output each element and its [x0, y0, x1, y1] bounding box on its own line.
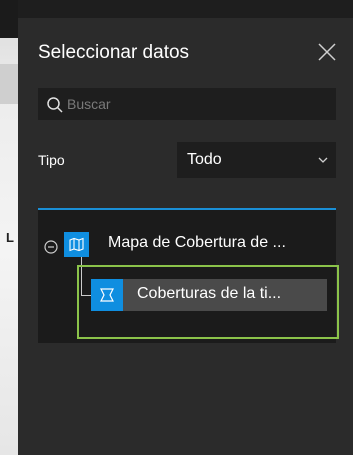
chevron-down-icon	[318, 157, 328, 163]
map-icon	[64, 232, 89, 257]
top-bar	[18, 0, 353, 18]
tree-item-child[interactable]: Coberturas de la ti...	[91, 279, 327, 311]
search-icon	[47, 97, 63, 113]
tree-item-child-label: Coberturas de la ti...	[137, 285, 282, 302]
select-data-panel: Seleccionar datos Tipo Todo	[18, 18, 353, 455]
type-select-value: Todo	[187, 151, 222, 168]
tree-connector	[81, 257, 82, 295]
search-input[interactable]	[67, 89, 327, 119]
panel-title: Seleccionar datos	[38, 42, 190, 63]
close-icon	[318, 43, 336, 61]
collapse-icon[interactable]	[44, 240, 58, 254]
layer-icon	[91, 279, 123, 311]
layer-tree: Mapa de Cobertura de ... Coberturas de l…	[38, 208, 336, 343]
search-box[interactable]	[38, 88, 336, 120]
close-button[interactable]	[317, 42, 337, 62]
map-label: L	[6, 230, 14, 245]
tree-item-parent-label[interactable]: Mapa de Cobertura de ...	[108, 234, 333, 252]
type-select[interactable]: Todo	[177, 142, 336, 178]
type-label: Tipo	[38, 152, 65, 168]
map-background	[0, 0, 18, 455]
